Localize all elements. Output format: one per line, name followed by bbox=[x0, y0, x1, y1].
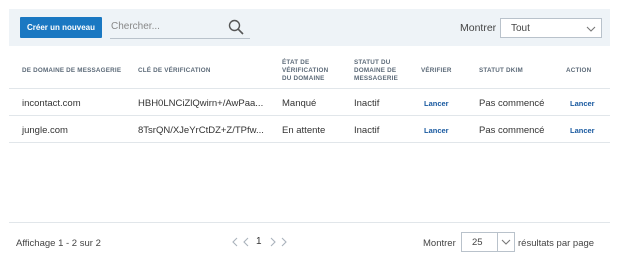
table-header: DE DOMAINE DE MESSAGERIE CLÉ DE VÉRIFICA… bbox=[9, 53, 610, 89]
toolbar: Créer un nouveau Montrer Tout bbox=[9, 9, 610, 46]
header-verify: VÉRIFIER bbox=[421, 67, 452, 74]
search-icon[interactable] bbox=[228, 19, 244, 35]
next-page-icon[interactable] bbox=[268, 236, 277, 248]
cell-domain: incontact.com bbox=[22, 98, 81, 109]
verify-launch-link[interactable]: Lancer bbox=[424, 99, 449, 108]
table-row: jungle.com 8TsrQN/XJeYrCtDZ+Z/TPfw... En… bbox=[9, 116, 610, 143]
cell-verification-state: Manqué bbox=[282, 98, 317, 109]
action-launch-link[interactable]: Lancer bbox=[570, 99, 595, 108]
per-page-value: 25 bbox=[472, 237, 483, 248]
create-new-button[interactable]: Créer un nouveau bbox=[20, 17, 102, 38]
cell-verification-key: HBH0LNCiZlQwirn+/AwPaa... bbox=[138, 98, 264, 109]
search-box bbox=[110, 15, 250, 39]
cell-dkim-status: Pas commencé bbox=[479, 98, 545, 109]
current-page[interactable]: 1 bbox=[256, 236, 262, 247]
header-dkim-status: STATUT DKIM bbox=[479, 67, 523, 74]
action-launch-link[interactable]: Lancer bbox=[570, 126, 595, 135]
first-page-icon[interactable] bbox=[232, 236, 241, 248]
cell-verification-state: En attente bbox=[282, 125, 326, 136]
cell-domain: jungle.com bbox=[22, 125, 68, 136]
show-filter-select[interactable]: Tout bbox=[500, 18, 602, 38]
domains-panel: Créer un nouveau Montrer Tout DE DOMAINE… bbox=[9, 9, 610, 261]
table-footer: Affichage 1 - 2 sur 2 1 Montrer 25 résul… bbox=[9, 222, 610, 261]
show-filter-value: Tout bbox=[511, 23, 530, 34]
chevron-down-icon bbox=[501, 239, 511, 245]
per-page-show-label: Montrer bbox=[423, 238, 456, 249]
verify-launch-link[interactable]: Lancer bbox=[424, 126, 449, 135]
pagination-info: Affichage 1 - 2 sur 2 bbox=[16, 238, 101, 249]
cell-domain-status: Inactif bbox=[354, 125, 380, 136]
per-page-dropdown-toggle[interactable] bbox=[497, 233, 514, 251]
header-domain-status[interactable]: STATUT DU DOMAINE DE MESSAGERIE bbox=[354, 59, 398, 83]
chevron-down-icon bbox=[586, 26, 596, 32]
prev-page-icon[interactable] bbox=[242, 236, 251, 248]
show-filter-label: Montrer bbox=[460, 22, 497, 34]
search-input[interactable] bbox=[110, 15, 220, 37]
header-domain[interactable]: DE DOMAINE DE MESSAGERIE bbox=[22, 67, 121, 75]
last-page-icon[interactable] bbox=[278, 236, 287, 248]
table-row: incontact.com HBH0LNCiZlQwirn+/AwPaa... … bbox=[9, 89, 610, 116]
cell-verification-key: 8TsrQN/XJeYrCtDZ+Z/TPfw... bbox=[138, 125, 264, 136]
per-page-label: résultats par page bbox=[518, 238, 595, 249]
header-verification-state[interactable]: ÉTAT DE VÉRIFICATION DU DOMAINE bbox=[282, 59, 328, 83]
cell-dkim-status: Pas commencé bbox=[479, 125, 545, 136]
header-action: ACTION bbox=[566, 67, 592, 74]
header-verification-key[interactable]: CLÉ DE VÉRIFICATION bbox=[138, 67, 211, 75]
per-page-select[interactable]: 25 bbox=[461, 232, 515, 252]
cell-domain-status: Inactif bbox=[354, 98, 380, 109]
